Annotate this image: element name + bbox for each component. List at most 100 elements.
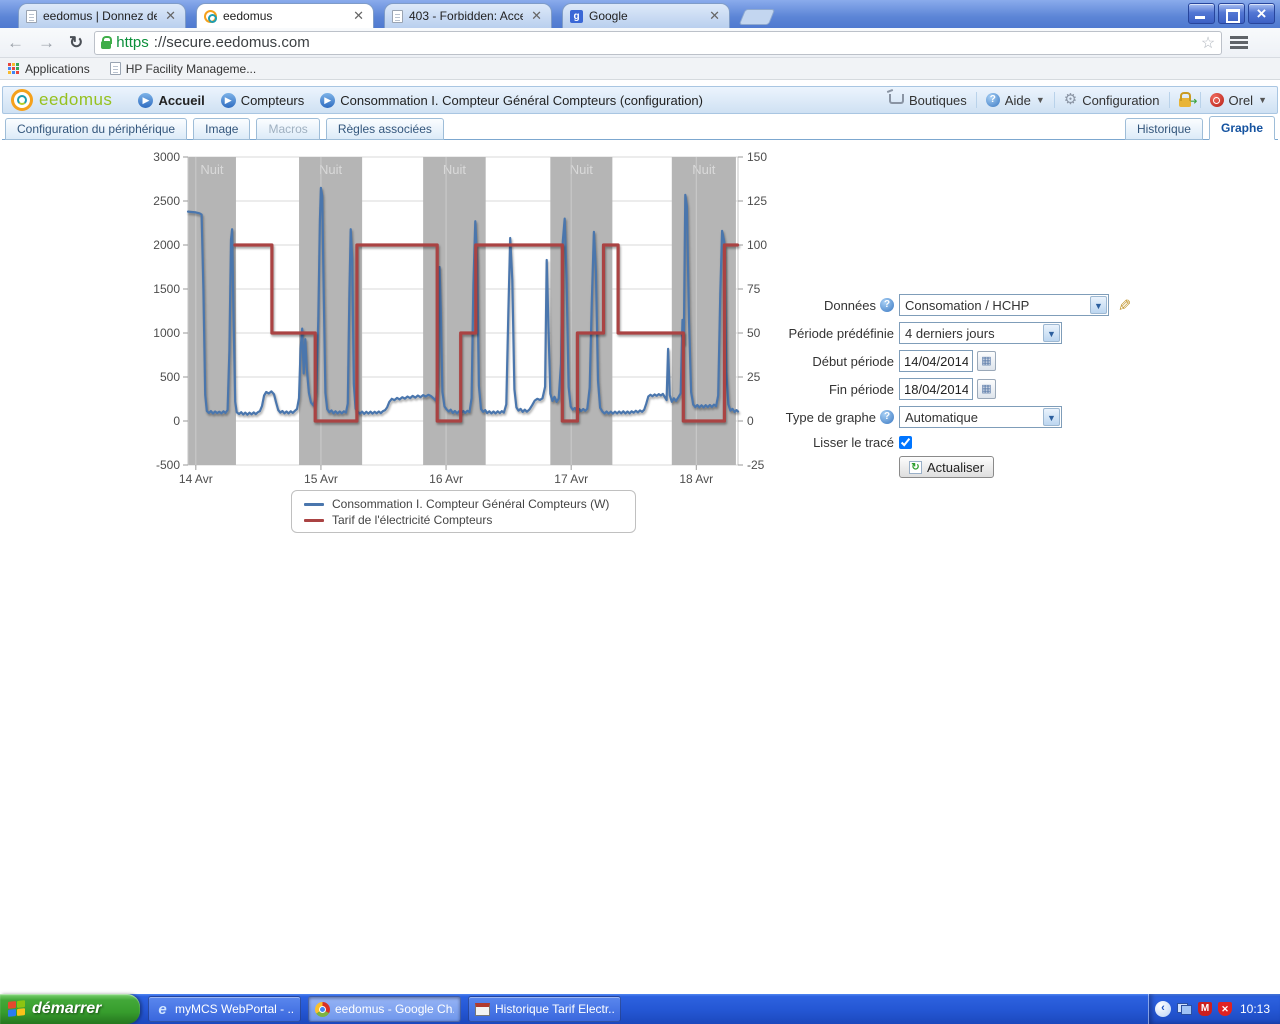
fin-label: Fin période	[780, 382, 894, 397]
lisser-label: Lisser le tracé	[780, 435, 894, 450]
svg-text:25: 25	[747, 370, 761, 384]
svg-text:0: 0	[173, 414, 180, 428]
browser-tab-4[interactable]: g Google ✕	[562, 3, 730, 28]
page-icon	[26, 10, 37, 23]
browser-tab-3[interactable]: 403 - Forbidden: Access is d ✕	[384, 3, 552, 28]
form-row-periode: Période prédéfinie 4 derniers jours ▼	[780, 322, 1152, 344]
header-menu: Boutiques ? Aide ▼ ⚙ Configuration	[889, 92, 1277, 108]
minimize-button[interactable]	[1188, 3, 1215, 24]
svg-text:16 Avr: 16 Avr	[429, 472, 463, 486]
tab-close-icon[interactable]: ✕	[163, 10, 178, 22]
new-tab-button[interactable]	[739, 9, 775, 25]
tab-regles-associees[interactable]: Règles associées	[326, 118, 444, 140]
lock-icon[interactable]	[1179, 98, 1191, 107]
chevron-down-icon[interactable]: ▼	[1043, 408, 1060, 426]
user-menu-item[interactable]: Orel ▼	[1210, 93, 1267, 108]
type-graphe-select[interactable]: Automatique ▼	[899, 406, 1062, 428]
browser-tab-1[interactable]: eedomus | Donnez de l'intelli ✕	[18, 3, 186, 28]
chrome-icon	[315, 1002, 330, 1017]
apps-shortcut[interactable]: Applications	[8, 62, 90, 76]
periode-label: Période prédéfinie	[780, 326, 894, 341]
browser-tab-2-active[interactable]: eedomus ✕	[196, 3, 374, 28]
donnees-label: Données ?	[780, 298, 894, 313]
tab-configuration-peripherique[interactable]: Configuration du périphérique	[5, 118, 187, 140]
page-icon	[392, 10, 403, 23]
debut-label: Début période	[780, 354, 894, 369]
chrome-menu-icon[interactable]	[1230, 36, 1248, 49]
form-row-actualiser: ↻ Actualiser	[780, 456, 1152, 478]
window-titlebar: eedomus | Donnez de l'intelli ✕ eedomus …	[0, 0, 1280, 28]
taskbar: démarrer e myMCS WebPortal - ... eedomus…	[0, 994, 1280, 1024]
consumption-chart: NuitNuitNuitNuitNuit14 Avr15 Avr16 Avr17…	[140, 145, 780, 495]
tab-graphe[interactable]: Graphe	[1209, 116, 1275, 140]
eedomus-logo-text[interactable]: eedomus	[39, 90, 112, 110]
address-bar[interactable]: https ://secure.eedomus.com ☆	[94, 31, 1222, 55]
tab-historique[interactable]: Historique	[1125, 118, 1203, 140]
bookmark-label: HP Facility Manageme...	[126, 62, 257, 76]
page-icon	[110, 62, 121, 75]
security-alert-icon[interactable]: ✕	[1218, 1002, 1232, 1016]
lisser-checkbox[interactable]	[899, 436, 912, 449]
periode-select[interactable]: 4 derniers jours ▼	[899, 322, 1062, 344]
svg-text:-500: -500	[156, 458, 180, 472]
fin-date-input[interactable]	[899, 378, 973, 400]
aide-menu-item[interactable]: ? Aide ▼	[986, 93, 1045, 108]
task-historique-tarif[interactable]: Historique Tarif Electr...	[468, 996, 621, 1022]
breadcrumb-accueil[interactable]: ▶ Accueil	[138, 93, 204, 108]
eedomus-logo-icon[interactable]	[11, 89, 33, 111]
graph-options-form: Données ? Consomation / HCHP ▼ ✎ Période…	[780, 294, 1152, 484]
task-mymcs[interactable]: e myMCS WebPortal - ...	[148, 996, 301, 1022]
tab-close-icon[interactable]: ✕	[707, 10, 722, 22]
help-icon[interactable]: ?	[880, 410, 894, 424]
forward-icon[interactable]: →	[31, 33, 62, 53]
legend-item-tarif[interactable]: Tarif de l'électricité Compteurs	[304, 512, 623, 528]
browser-tab-title: 403 - Forbidden: Access is d	[409, 9, 523, 23]
bookmark-item[interactable]: HP Facility Manageme...	[110, 62, 257, 76]
chevron-down-icon[interactable]: ▼	[1090, 296, 1107, 314]
debut-date-input[interactable]	[899, 350, 973, 372]
tab-image[interactable]: Image	[193, 118, 250, 140]
svg-text:2500: 2500	[153, 194, 180, 208]
form-row-debut: Début période ▦	[780, 350, 1152, 372]
breadcrumb-compteurs[interactable]: ▶ Compteurs	[221, 93, 305, 108]
svg-text:0: 0	[747, 414, 754, 428]
bookmark-star-icon[interactable]: ☆	[1201, 33, 1215, 53]
form-row-lisser: Lisser le tracé	[780, 434, 1152, 450]
mcafee-icon[interactable]: M	[1198, 1002, 1212, 1016]
configuration-menu-item[interactable]: ⚙ Configuration	[1064, 93, 1160, 108]
close-button[interactable]	[1248, 3, 1275, 24]
task-eedomus-chrome[interactable]: eedomus - Google Ch...	[308, 996, 461, 1022]
internet-explorer-icon: e	[155, 1002, 170, 1017]
url-text: ://secure.eedomus.com	[154, 34, 310, 51]
chart-legend: Consommation I. Compteur Général Compteu…	[291, 490, 636, 533]
edit-pencil-icon[interactable]: ✎	[1114, 298, 1134, 311]
browser-tab-strip: eedomus | Donnez de l'intelli ✕ eedomus …	[18, 3, 772, 28]
legend-item-consommation[interactable]: Consommation I. Compteur Général Compteu…	[304, 496, 623, 512]
breadcrumb-device[interactable]: ▶ Consommation I. Compteur Général Compt…	[320, 93, 703, 108]
chevron-down-icon[interactable]: ▼	[1043, 324, 1060, 342]
network-icon[interactable]	[1177, 1003, 1192, 1015]
calendar-icon[interactable]: ▦	[977, 379, 996, 399]
actualiser-button[interactable]: ↻ Actualiser	[899, 456, 994, 478]
blue-line-swatch	[304, 503, 324, 506]
reload-icon[interactable]: ↻	[62, 33, 90, 53]
start-button[interactable]: démarrer	[0, 994, 140, 1024]
svg-text:125: 125	[747, 194, 767, 208]
restore-button[interactable]	[1218, 3, 1245, 24]
gear-icon: ⚙	[1064, 93, 1077, 107]
tab-macros: Macros	[256, 118, 319, 140]
tab-close-icon[interactable]: ✕	[529, 10, 544, 22]
donnees-select[interactable]: Consomation / HCHP ▼	[899, 294, 1109, 316]
boutiques-menu-item[interactable]: Boutiques	[889, 93, 967, 108]
help-icon[interactable]: ?	[880, 298, 894, 312]
tray-collapse-icon[interactable]: ‹	[1155, 1001, 1171, 1017]
tab-close-icon[interactable]: ✕	[351, 10, 366, 22]
svg-text:17 Avr: 17 Avr	[554, 472, 588, 486]
svg-text:3000: 3000	[153, 150, 180, 164]
back-icon[interactable]: ←	[0, 33, 31, 53]
calendar-icon[interactable]: ▦	[977, 351, 996, 371]
window-controls	[1188, 3, 1275, 24]
red-line-swatch	[304, 519, 324, 522]
svg-text:Nuit: Nuit	[570, 162, 594, 177]
eedomus-favicon	[204, 10, 217, 23]
